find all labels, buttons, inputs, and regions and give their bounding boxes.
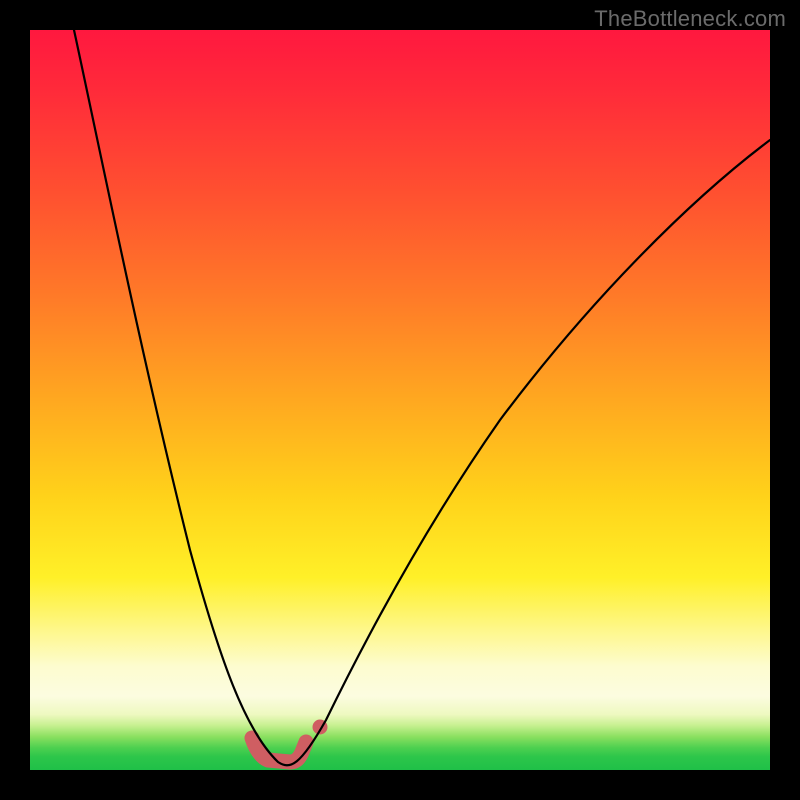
chart-frame: TheBottleneck.com	[0, 0, 800, 800]
curve-svg	[30, 30, 770, 770]
plot-area	[30, 30, 770, 770]
bottleneck-curve	[74, 30, 770, 765]
watermark-text: TheBottleneck.com	[594, 6, 786, 32]
